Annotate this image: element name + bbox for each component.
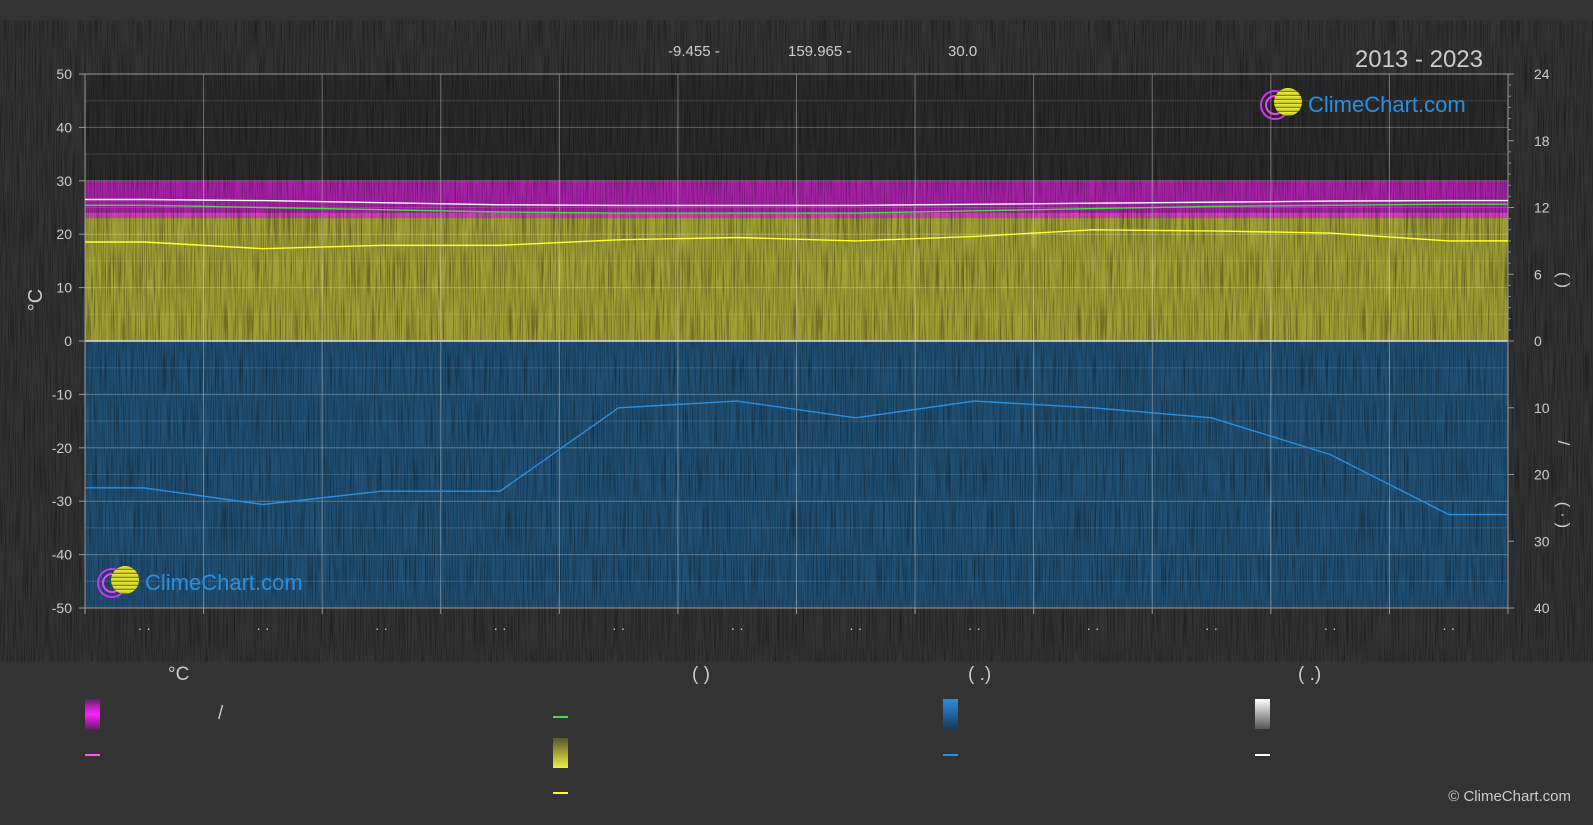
climechart-logo-icon xyxy=(97,566,139,600)
y-left-tick-label: 40 xyxy=(56,119,72,135)
y-left-tick-label: 20 xyxy=(56,226,72,242)
x-tick-label: · · xyxy=(256,620,269,636)
x-tick-label: · · xyxy=(1442,620,1455,636)
logo-top[interactable]: ClimeChart.com xyxy=(1260,88,1466,122)
x-tick-label: · · xyxy=(375,620,388,636)
y-left-tick-label: -30 xyxy=(52,493,72,509)
legend-header-snow: ( .) xyxy=(1298,664,1322,685)
y-left-tick-label: 10 xyxy=(56,280,72,296)
logo-bottom[interactable]: ClimeChart.com xyxy=(97,566,303,600)
legend-swatch-snow-range xyxy=(1255,699,1270,729)
y-right-precip-tick-label: 20 xyxy=(1534,467,1550,483)
x-tick-label: · · xyxy=(1205,620,1218,636)
legend-text-slash: / xyxy=(218,703,224,724)
y-right-hours-tick-label: 24 xyxy=(1534,66,1550,82)
y-right-hours-tick-label: 6 xyxy=(1534,266,1542,282)
legend-swatch-rain-range xyxy=(943,699,958,729)
x-tick-label: · · xyxy=(493,620,506,636)
copyright: © ClimeChart.com xyxy=(1448,788,1571,805)
legend-swatch-rain-mean xyxy=(943,754,958,756)
logo-top-text: ClimeChart.com xyxy=(1308,92,1466,117)
y-axis-title: °C xyxy=(25,289,47,311)
y-right-hours-tick-label: 18 xyxy=(1534,133,1550,149)
legend-swatch-temp-mean xyxy=(85,754,100,756)
x-tick-label: · · xyxy=(138,620,151,636)
y-right-precip-tick-label: 10 xyxy=(1534,400,1550,416)
right-axis-title: ( · ) xyxy=(1554,502,1573,528)
legend-header-sunshine: ( ) xyxy=(692,664,710,685)
y-left-tick-label: -20 xyxy=(52,440,72,456)
y-left-tick-label: -50 xyxy=(52,600,72,616)
year-range: 2013 - 2023 xyxy=(1354,46,1483,73)
y-left-tick-label: -40 xyxy=(52,547,72,563)
right-axis-title: ( ) xyxy=(1554,272,1573,288)
y-left-tick-label: 30 xyxy=(56,173,72,189)
x-tick-label: · · xyxy=(1324,620,1337,636)
legend-header-temperature: °C xyxy=(168,664,190,685)
y-right-precip-tick-label: 40 xyxy=(1534,600,1550,616)
x-tick-label: · · xyxy=(731,620,744,636)
legend-swatch-daylight xyxy=(553,716,568,718)
x-tick-label: · · xyxy=(612,620,625,636)
elevation-label: 30.0 xyxy=(948,43,978,60)
climechart-logo-icon xyxy=(1260,88,1302,122)
y-right-hours-tick-label: 0 xyxy=(1534,333,1542,349)
x-tick-label: · · xyxy=(849,620,862,636)
y-left-tick-label: 0 xyxy=(64,333,72,349)
legend-swatch-snow-mean xyxy=(1255,754,1270,756)
y-left-tick-label: -10 xyxy=(52,386,72,402)
x-tick-label: · · xyxy=(1086,620,1099,636)
legend-swatch-sunshine-mean xyxy=(553,792,568,794)
y-right-precip-tick-label: 30 xyxy=(1534,533,1550,549)
logo-bottom-text: ClimeChart.com xyxy=(145,570,303,595)
y-right-hours-tick-label: 12 xyxy=(1534,200,1550,216)
x-tick-label: · · xyxy=(968,620,981,636)
longitude-label: 159.965 - xyxy=(788,43,852,60)
y-left-tick-label: 50 xyxy=(56,66,72,82)
legend-swatch-sunshine-range xyxy=(553,738,568,768)
climate-chart: 50 40 30 20 10 0 -10 -20 -30 -40 -50 24 18 12 6 0 10 20 30… xyxy=(25,66,1573,636)
legend-swatch-temp-range xyxy=(85,699,100,729)
latitude-label: -9.455 - xyxy=(668,43,720,60)
right-axis-title: / xyxy=(1554,441,1573,446)
legend-header-rain: ( .) xyxy=(968,664,992,685)
